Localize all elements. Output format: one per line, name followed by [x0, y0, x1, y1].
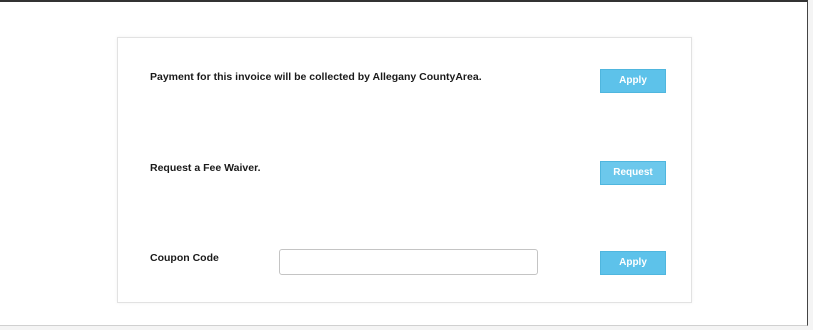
- invoice-options-panel: Payment for this invoice will be collect…: [117, 37, 692, 303]
- fee-waiver-message: Request a Fee Waiver.: [150, 162, 261, 174]
- fee-waiver-request-button[interactable]: Request: [600, 161, 666, 185]
- payment-apply-button[interactable]: Apply: [600, 69, 666, 93]
- coupon-code-input[interactable]: [279, 249, 538, 275]
- payment-collection-message: Payment for this invoice will be collect…: [150, 71, 482, 83]
- coupon-code-label: Coupon Code: [150, 252, 219, 264]
- page-frame: Payment for this invoice will be collect…: [0, 0, 808, 326]
- coupon-apply-button[interactable]: Apply: [600, 251, 666, 275]
